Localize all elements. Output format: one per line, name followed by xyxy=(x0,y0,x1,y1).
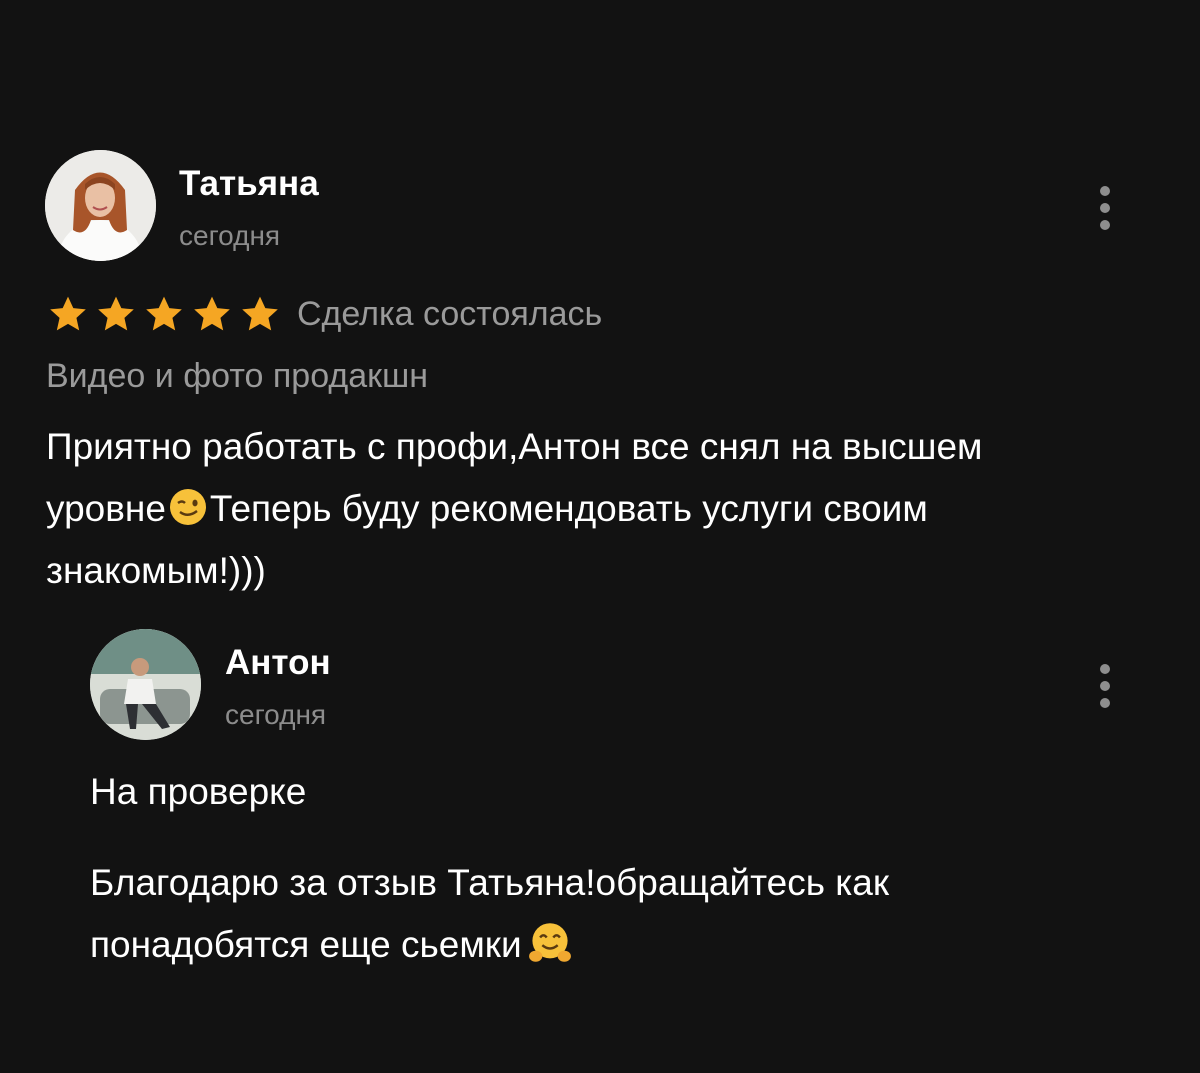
star-icon xyxy=(98,296,134,331)
review-menu-button[interactable] xyxy=(1085,178,1125,238)
reply-text-fragment: понадобятся еще сьемки xyxy=(90,924,522,965)
kebab-menu-icon xyxy=(1100,664,1110,674)
star-icon xyxy=(50,296,86,331)
kebab-dot xyxy=(1100,681,1110,691)
reply-author-avatar[interactable] xyxy=(90,629,201,740)
reply-author-name[interactable]: Антон xyxy=(225,645,331,680)
reply-text-line: понадобятся еще сьемки xyxy=(90,914,889,976)
service-category: Видео и фото продакшн xyxy=(46,357,429,395)
review-thread: Татьяна сегодня Сделка состоялась Видео … xyxy=(0,0,1200,1073)
reply-menu-button[interactable] xyxy=(1085,656,1125,716)
reply-moderation-status: На проверке xyxy=(90,771,307,812)
review-author-avatar[interactable] xyxy=(45,150,156,261)
reply-text: Благодарю за отзыв Татьяна!обращайтесь к… xyxy=(90,852,889,976)
review-text-fragment: Теперь буду рекомендовать услуги своим xyxy=(209,488,928,529)
review-text-fragment: уровне xyxy=(46,488,166,529)
reply-date: сегодня xyxy=(225,699,327,730)
hugging-face-icon xyxy=(528,923,571,962)
kebab-dot xyxy=(1100,203,1110,213)
review-text-line: уровне Теперь буду рекомендовать услуги … xyxy=(46,478,983,540)
kebab-menu-icon xyxy=(1100,186,1110,196)
star-icon xyxy=(242,296,278,331)
reply-text-line: Благодарю за отзыв Татьяна!обращайтесь к… xyxy=(90,862,890,903)
star-icon xyxy=(194,296,230,331)
review-text: Приятно работать с профи,Антон все снял … xyxy=(46,416,983,602)
kebab-dot xyxy=(1100,220,1110,230)
star-icon xyxy=(146,296,182,331)
review-date: сегодня xyxy=(179,220,281,251)
winking-face-icon xyxy=(169,489,206,526)
deal-status: Сделка состоялась xyxy=(297,295,603,333)
review-author-name[interactable]: Татьяна xyxy=(179,166,319,201)
rating-stars xyxy=(46,292,286,336)
review-text-line: Приятно работать с профи,Антон все снял … xyxy=(46,426,983,467)
kebab-dot xyxy=(1100,698,1110,708)
review-text-line: знакомым!))) xyxy=(46,550,266,591)
